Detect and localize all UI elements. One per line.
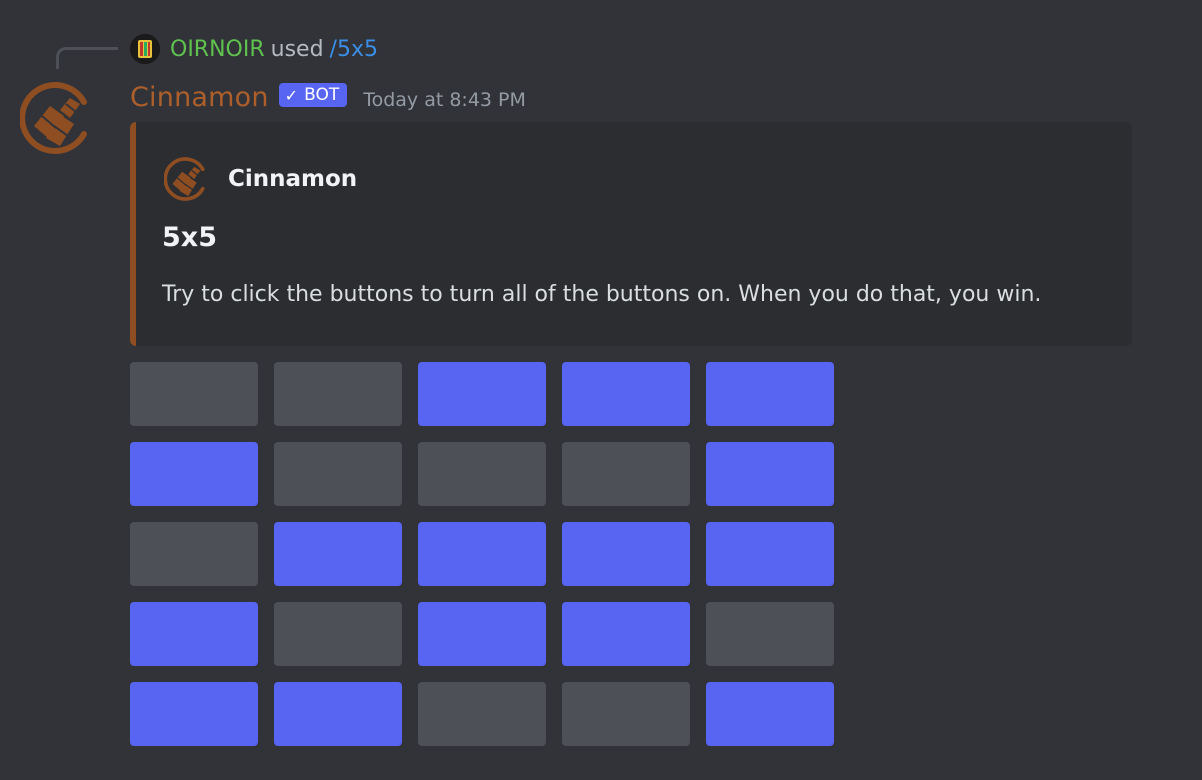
- bot-message: OIRNOIR used /5x5 Cinnamon ✓ BOT Today a…: [0, 0, 1202, 780]
- author-name[interactable]: Cinnamon: [130, 82, 269, 113]
- user-avatar-icon: [130, 34, 160, 64]
- grid-button-r5-c1[interactable]: [130, 682, 258, 746]
- grid-button-r1-c4[interactable]: [562, 362, 690, 426]
- grid-button-r4-c5[interactable]: [706, 602, 834, 666]
- message-timestamp: Today at 8:43 PM: [363, 89, 526, 111]
- grid-button-r5-c2[interactable]: [274, 682, 402, 746]
- grid-button-r5-c5[interactable]: [706, 682, 834, 746]
- grid-button-r4-c4[interactable]: [562, 602, 690, 666]
- grid-button-r1-c2[interactable]: [274, 362, 402, 426]
- cinnamon-embed-icon: [164, 157, 205, 201]
- grid-button-r4-c3[interactable]: [418, 602, 546, 666]
- reply-user-avatar[interactable]: [130, 34, 160, 64]
- grid-button-r5-c4[interactable]: [562, 682, 690, 746]
- cinnamon-logo-icon: [19, 82, 87, 154]
- slash-command-link[interactable]: /5x5: [330, 37, 378, 62]
- grid-button-r2-c2[interactable]: [274, 442, 402, 506]
- message-header: Cinnamon ✓ BOT Today at 8:43 PM: [130, 78, 526, 116]
- reply-used-text: used: [270, 36, 324, 62]
- grid-button-r3-c1[interactable]: [130, 522, 258, 586]
- grid-button-r2-c3[interactable]: [418, 442, 546, 506]
- embed: Cinnamon 5x5 Try to click the buttons to…: [130, 122, 1132, 346]
- grid-button-r1-c5[interactable]: [706, 362, 834, 426]
- grid-button-r1-c1[interactable]: [130, 362, 258, 426]
- grid-button-r3-c2[interactable]: [274, 522, 402, 586]
- grid-button-r2-c1[interactable]: [130, 442, 258, 506]
- command-reply-line: OIRNOIR used /5x5: [130, 32, 378, 66]
- embed-description: Try to click the buttons to turn all of …: [162, 282, 1042, 307]
- reply-spine: [56, 47, 118, 69]
- bot-tag-label: BOT: [304, 85, 340, 105]
- embed-author: Cinnamon: [164, 156, 357, 202]
- grid-button-r4-c2[interactable]: [274, 602, 402, 666]
- grid-button-r3-c5[interactable]: [706, 522, 834, 586]
- grid-button-r2-c5[interactable]: [706, 442, 834, 506]
- embed-title: 5x5: [162, 222, 217, 253]
- button-grid: [130, 362, 834, 746]
- grid-button-r2-c4[interactable]: [562, 442, 690, 506]
- grid-button-r5-c3[interactable]: [418, 682, 546, 746]
- embed-author-name: Cinnamon: [228, 166, 358, 192]
- grid-button-r3-c3[interactable]: [418, 522, 546, 586]
- bot-tag: ✓ BOT: [278, 83, 348, 107]
- verified-check-icon: ✓: [284, 85, 299, 105]
- grid-button-r3-c4[interactable]: [562, 522, 690, 586]
- reply-username[interactable]: OIRNOIR: [170, 37, 265, 62]
- bot-avatar[interactable]: [19, 80, 96, 156]
- grid-button-r4-c1[interactable]: [130, 602, 258, 666]
- grid-button-r1-c3[interactable]: [418, 362, 546, 426]
